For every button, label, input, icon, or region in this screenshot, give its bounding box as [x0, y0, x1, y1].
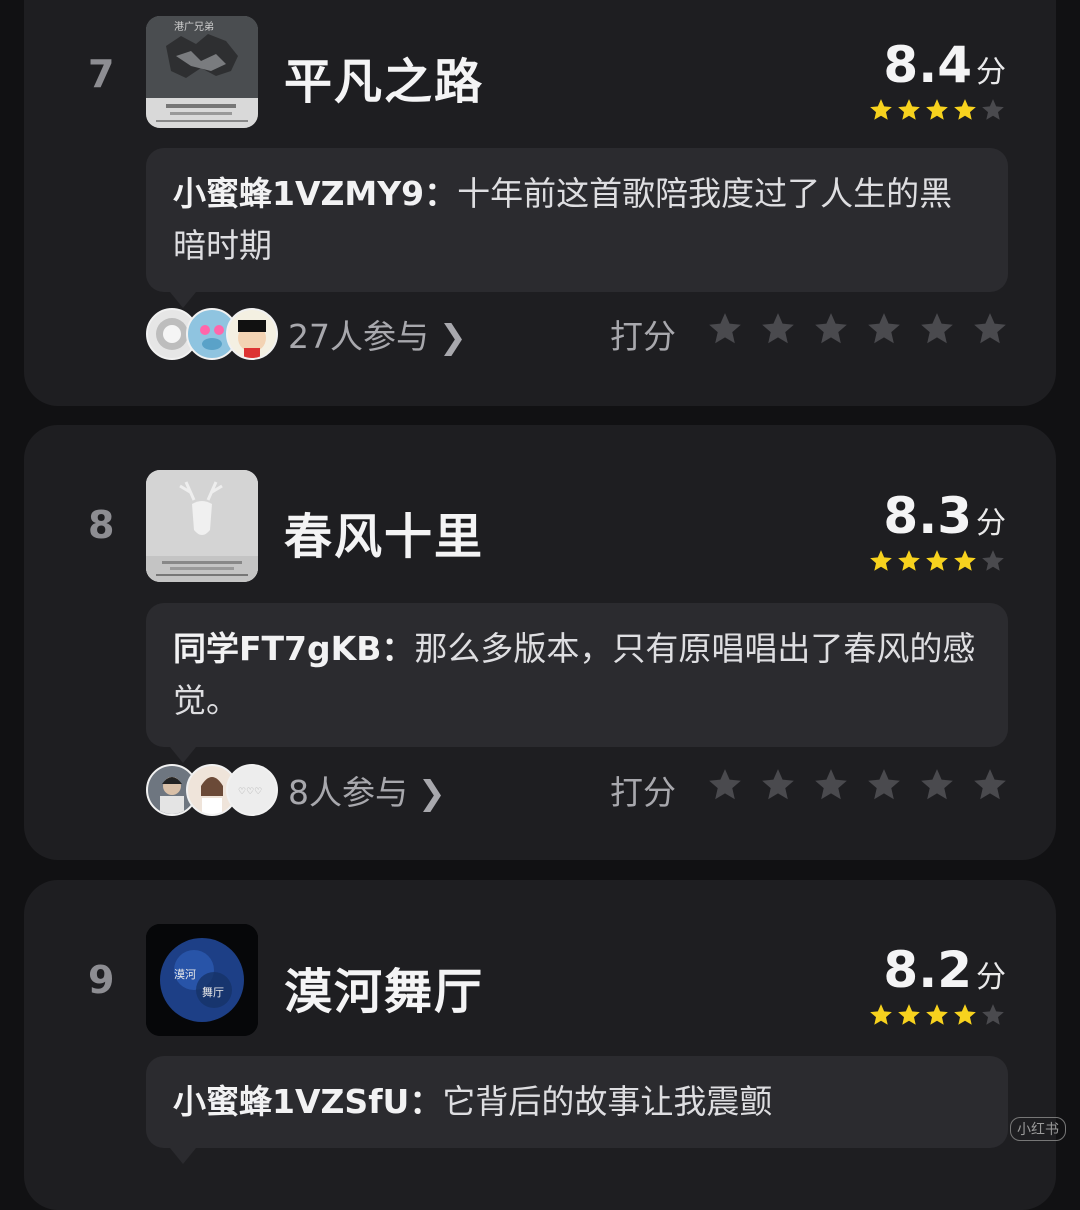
rank-number: 9: [88, 958, 115, 1002]
score-value: 8.2: [883, 941, 972, 999]
card-footer: ♡♡♡ 8人参与 ❯ 打分: [146, 762, 1008, 818]
rank-number: 8: [88, 503, 115, 547]
cover-text: 舞厅: [202, 986, 224, 999]
rate-label: 打分: [610, 317, 676, 356]
star-outline-icon[interactable]: [759, 310, 797, 348]
half-star-icon[interactable]: [706, 766, 744, 804]
half-star-icon[interactable]: [706, 310, 744, 348]
watermark-logo: 小红书: [1010, 1117, 1066, 1141]
star-icon: [898, 99, 920, 120]
album-cover[interactable]: 漠河 舞厅: [146, 924, 258, 1036]
participants-link[interactable]: 27人参与 ❯: [288, 310, 467, 358]
score-stars: [868, 97, 1006, 123]
chevron-right-icon: ❯: [439, 317, 467, 356]
rank-number: 7: [88, 52, 115, 96]
star-outline-icon: [982, 99, 1004, 120]
star-icon: [926, 99, 948, 120]
avatar: ♡♡♡: [226, 764, 278, 816]
star-outline-icon: [982, 550, 1004, 571]
top-comment[interactable]: 小蜜蜂1VZSfU：它背后的故事让我震颤: [146, 1056, 1008, 1164]
album-cover[interactable]: [146, 470, 258, 582]
score-block: 8.2 分: [868, 945, 1006, 1028]
song-card: 8 春风十里 8.3 分 同学FT7gKB：那么多版本，只有原唱唱出了春风的感觉。: [24, 425, 1056, 860]
participant-avatars[interactable]: [146, 308, 278, 360]
song-title[interactable]: 漠河舞厅: [284, 952, 484, 1022]
cover-text: 港广兄弟: [174, 22, 214, 33]
comment-username: 同学FT7gKB：: [173, 629, 415, 668]
cover-text: 漠河: [174, 968, 196, 981]
song-card: 9 漠河 舞厅 漠河舞厅 8.2 分 小蜜蜂1VZSfU：它背后的故事让我震颤: [24, 880, 1056, 1210]
chevron-right-icon: ❯: [418, 773, 446, 812]
star-outline-icon[interactable]: [971, 766, 1009, 804]
star-outline-icon[interactable]: [918, 310, 956, 348]
star-icon: [926, 1004, 948, 1025]
star-icon: [954, 550, 976, 571]
star-icon: [870, 550, 892, 571]
star-icon: [898, 550, 920, 571]
album-cover[interactable]: 港广兄弟: [146, 16, 258, 128]
star-outline-icon[interactable]: [865, 766, 903, 804]
star-icon: [954, 1004, 976, 1025]
participants-count: 8人参与: [288, 773, 408, 812]
score-unit: 分: [976, 55, 1006, 90]
star-icon: [870, 1004, 892, 1025]
score-unit: 分: [976, 960, 1006, 995]
star-outline-icon[interactable]: [865, 310, 903, 348]
star-outline-icon[interactable]: [759, 766, 797, 804]
star-icon: [926, 550, 948, 571]
star-outline-icon[interactable]: [971, 310, 1009, 348]
score-unit: 分: [976, 506, 1006, 541]
score-value: 8.4: [883, 36, 972, 94]
score-stars: [868, 548, 1006, 574]
participants-count: 27人参与: [288, 317, 429, 356]
score-stars: [868, 1002, 1006, 1028]
star-icon: [954, 99, 976, 120]
comment-username: 小蜜蜂1VZSfU：: [173, 1082, 443, 1121]
top-comment[interactable]: 同学FT7gKB：那么多版本，只有原唱唱出了春风的感觉。: [146, 603, 1008, 763]
score-value: 8.3: [883, 487, 972, 545]
participant-avatars[interactable]: ♡♡♡: [146, 764, 278, 816]
avatar: [226, 308, 278, 360]
song-title[interactable]: 平凡之路: [284, 42, 484, 112]
star-outline-icon: [982, 1004, 1004, 1025]
rate-label: 打分: [610, 773, 676, 812]
star-outline-icon[interactable]: [812, 310, 850, 348]
score-block: 8.4 分: [868, 40, 1006, 123]
star-icon: [898, 1004, 920, 1025]
star-outline-icon[interactable]: [918, 766, 956, 804]
star-outline-icon[interactable]: [812, 766, 850, 804]
star-icon: [870, 99, 892, 120]
card-footer: 27人参与 ❯ 打分: [146, 306, 1008, 362]
svg-text:♡♡♡: ♡♡♡: [238, 787, 262, 797]
song-card: 7 港广兄弟 平凡之路 8.4 分 小蜜蜂1VZMY9：十年前这首歌陪我度过了人生…: [24, 0, 1056, 406]
rating-stars[interactable]: [706, 310, 1009, 348]
comment-text: 它背后的故事让我震颤: [442, 1082, 773, 1121]
song-title[interactable]: 春风十里: [284, 497, 484, 567]
rating-stars[interactable]: [706, 766, 1009, 804]
comment-username: 小蜜蜂1VZMY9：: [173, 174, 458, 213]
score-block: 8.3 分: [868, 491, 1006, 574]
top-comment[interactable]: 小蜜蜂1VZMY9：十年前这首歌陪我度过了人生的黑暗时期: [146, 148, 1008, 308]
participants-link[interactable]: 8人参与 ❯: [288, 766, 446, 814]
